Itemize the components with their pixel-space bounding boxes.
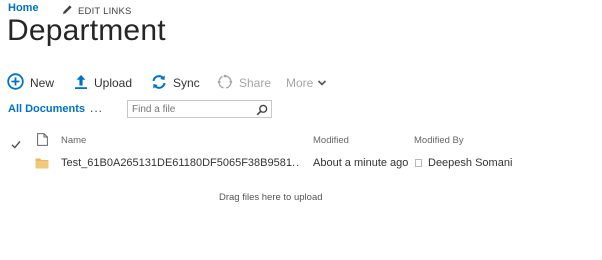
sync-label: Sync <box>173 76 200 90</box>
upload-arrow-icon <box>74 74 88 93</box>
modified-value: About a minute ago <box>313 157 409 169</box>
new-label: New <box>30 76 55 90</box>
breadcrumb: Home <box>8 1 39 15</box>
document-icon <box>37 133 48 151</box>
sync-icon <box>151 74 167 93</box>
share-label: Share <box>239 76 272 90</box>
share-icon <box>217 74 233 93</box>
column-header-modified-by[interactable]: Modified By <box>414 135 464 146</box>
folder-icon <box>35 156 49 174</box>
chevron-down-icon <box>317 76 327 90</box>
view-more-ellipsis[interactable]: ... <box>90 101 103 115</box>
search-icon[interactable] <box>256 103 268 116</box>
share-button[interactable]: Share <box>217 72 271 94</box>
page-title: Department <box>7 14 166 47</box>
column-header-name[interactable]: Name <box>61 135 86 146</box>
view-all-documents[interactable]: All Documents <box>8 103 85 115</box>
modified-by-link[interactable]: Deepesh Somani <box>428 157 512 169</box>
new-plus-icon <box>7 73 24 93</box>
upload-label: Upload <box>94 76 133 90</box>
drop-zone-message: Drag files here to upload <box>219 192 323 203</box>
search-box <box>127 100 272 118</box>
file-name-link[interactable]: Test_61B0A265131DE61180DF5065F38B9581 <box>61 157 292 169</box>
upload-button[interactable]: Upload <box>74 72 132 94</box>
new-button[interactable]: New <box>7 72 54 94</box>
home-link[interactable]: Home <box>8 2 39 14</box>
column-header-modified[interactable]: Modified <box>313 135 349 146</box>
more-label: More <box>286 76 314 90</box>
select-all-checkmark-icon[interactable] <box>11 136 21 154</box>
presence-icon <box>415 159 422 167</box>
row-more-ellipsis[interactable]: ... <box>288 157 300 169</box>
search-input[interactable] <box>128 103 252 115</box>
sync-button[interactable]: Sync <box>151 72 200 94</box>
more-button[interactable]: More <box>286 72 327 94</box>
